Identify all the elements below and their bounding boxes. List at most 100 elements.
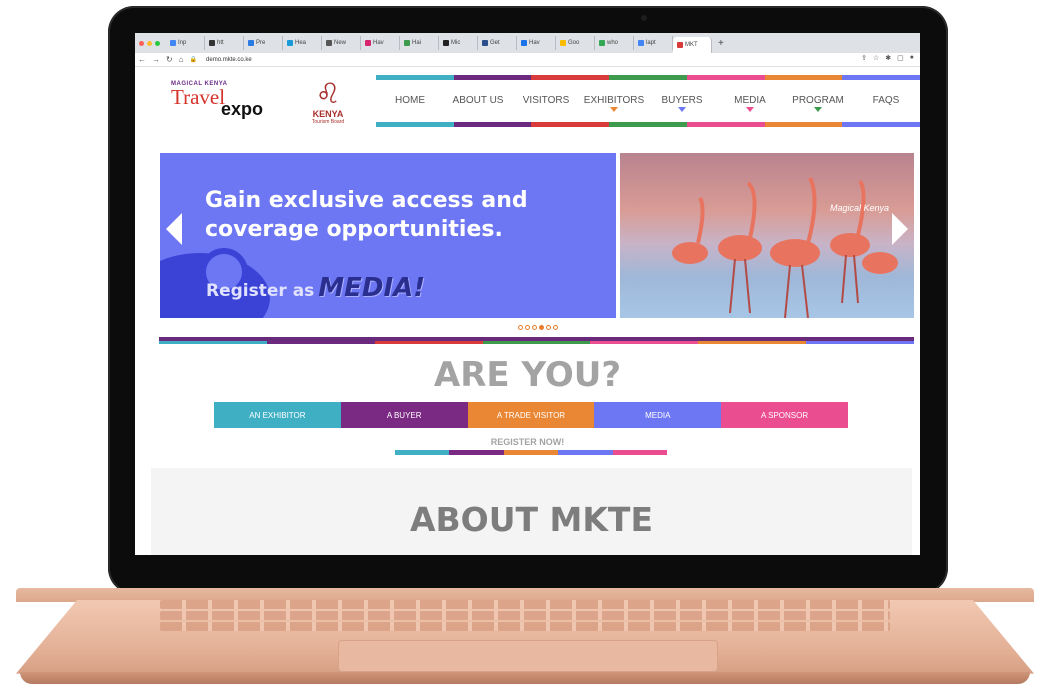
role-label: MEDIA — [645, 410, 671, 420]
tab-title: who — [607, 40, 619, 46]
role-label: A TRADE VISITOR — [496, 410, 566, 420]
nav-program[interactable]: PROGRAM — [784, 95, 852, 112]
slide-headline: Gain exclusive access and coverage oppor… — [205, 188, 528, 242]
slide-text-panel: Gain exclusive access and coverage oppor… — [160, 153, 616, 318]
nav-media[interactable]: MEDIA — [716, 95, 784, 112]
keyboard-row — [160, 622, 890, 631]
laptop-trackpad — [338, 640, 718, 672]
browser-tab[interactable]: Mic — [439, 36, 478, 50]
nav-buyers[interactable]: BUYERS — [648, 95, 716, 112]
menu-bar — [764, 75, 843, 80]
tab-title: lapt — [646, 40, 656, 46]
are-you-heading: ARE YOU? — [433, 355, 622, 395]
kenya-tourism-board-logo[interactable]: ♌ KENYA Tourism Board — [298, 79, 358, 139]
slider-dot[interactable] — [546, 325, 551, 330]
window-controls — [135, 40, 166, 46]
share-icon[interactable]: ⇪ — [861, 54, 867, 62]
browser-tab[interactable]: htt — [205, 36, 244, 50]
profile-avatar-icon[interactable]: ● — [910, 54, 914, 62]
chevron-down-icon — [746, 107, 754, 112]
role-buttons: AN EXHIBITOR A BUYER A TRADE VISITOR MED… — [214, 402, 848, 428]
browser-tab[interactable]: Inp — [166, 36, 205, 50]
nav-about-us[interactable]: ABOUT US — [444, 95, 512, 106]
home-icon[interactable]: ⌂ — [179, 55, 184, 64]
logo-expo: expo — [221, 99, 264, 119]
nav-visitors[interactable]: VISITORS — [512, 95, 580, 106]
magical-kenya-badge: Magical Kenya — [830, 203, 890, 213]
slider-dot[interactable] — [553, 325, 558, 330]
browser-tab[interactable]: lapt — [634, 36, 673, 50]
register-bar — [612, 450, 668, 455]
register-highlight: MEDIA! — [318, 273, 426, 303]
browser-tab[interactable]: who — [595, 36, 634, 50]
divider-bar — [590, 341, 699, 344]
laptop-screen: Inp htt Pre Hea New Hav Hai Mic Get Hav … — [135, 33, 920, 555]
role-exhibitor-button[interactable]: AN EXHIBITOR — [214, 402, 341, 428]
browser-tab[interactable]: Get — [478, 36, 517, 50]
menu-bar — [686, 75, 765, 80]
slider-next-arrow-icon[interactable] — [892, 213, 908, 245]
browser-tab[interactable]: Goo — [556, 36, 595, 50]
browser-tab[interactable]: Hav — [361, 36, 400, 50]
reload-icon[interactable]: ↻ — [166, 55, 173, 64]
tab-title: New — [334, 40, 347, 46]
minimize-window-button[interactable] — [147, 40, 152, 46]
nav-home[interactable]: HOME — [376, 95, 444, 106]
new-tab-icon[interactable]: + — [718, 38, 724, 49]
back-icon[interactable]: ← — [138, 55, 146, 64]
browser-tab[interactable]: Pre — [244, 36, 283, 50]
slider-dot[interactable] — [532, 325, 537, 330]
keyboard-row — [160, 611, 890, 620]
slider-dot-active[interactable] — [539, 325, 544, 330]
slider-prev-arrow-icon[interactable] — [166, 213, 182, 245]
tab-favicon-icon — [248, 40, 254, 46]
sidebar-icon[interactable]: ▢ — [897, 54, 904, 62]
browser-tab[interactable]: New — [322, 36, 361, 50]
bookmark-star-icon[interactable]: ☆ — [873, 54, 879, 62]
divider-bar — [806, 341, 915, 344]
chevron-down-icon — [678, 107, 686, 112]
tab-title: Hav — [529, 40, 540, 46]
role-trade-visitor-button[interactable]: A TRADE VISITOR — [467, 402, 595, 428]
browser-tab[interactable]: Hea — [283, 36, 322, 50]
role-label: AN EXHIBITOR — [249, 410, 306, 420]
menu-bar — [842, 75, 920, 80]
browser-tab-active[interactable]: MKT — [673, 37, 712, 53]
nav-exhibitors[interactable]: EXHIBITORS — [580, 95, 648, 112]
slider-dot[interactable] — [518, 325, 523, 330]
nav-faqs[interactable]: FAQS — [852, 95, 920, 106]
extensions-icon[interactable]: ✱ — [885, 54, 891, 62]
forward-icon[interactable]: → — [152, 55, 160, 64]
nav-label: BUYERS — [661, 95, 703, 106]
role-media-button[interactable]: MEDIA — [594, 402, 722, 428]
lock-icon: 🔒 — [189, 57, 198, 63]
maximize-window-button[interactable] — [155, 40, 160, 46]
section-divider-bars — [159, 341, 915, 344]
register-bar — [503, 450, 559, 455]
tab-favicon-icon — [482, 40, 488, 46]
register-now-link[interactable]: REGISTER NOW! — [135, 437, 920, 447]
mkte-logo[interactable]: MAGICAL KENYA Travel expo — [171, 81, 293, 137]
slider-dot[interactable] — [525, 325, 530, 330]
menu-bar — [453, 122, 532, 127]
slider-pagination — [518, 325, 558, 330]
nav-label: HOME — [395, 95, 425, 106]
tab-favicon-icon — [560, 40, 566, 46]
close-window-button[interactable] — [139, 40, 144, 46]
tab-favicon-icon — [521, 40, 527, 46]
tab-title: MKT — [685, 42, 698, 48]
browser-tab[interactable]: Hav — [517, 36, 556, 50]
tab-favicon-icon — [599, 40, 605, 46]
menu-bar — [376, 75, 454, 80]
role-sponsor-button[interactable]: A SPONSOR — [721, 402, 848, 428]
nav-label: VISITORS — [522, 95, 570, 106]
keyboard-row — [160, 600, 890, 609]
role-buyer-button[interactable]: A BUYER — [340, 402, 468, 428]
chevron-down-icon — [814, 107, 822, 112]
register-label: Register as — [206, 281, 315, 301]
register-bar — [395, 450, 450, 455]
tab-favicon-icon — [677, 42, 683, 48]
url-field[interactable]: demo.mkte.co.ke — [206, 57, 252, 63]
slide-register-link[interactable]: Register as MEDIA! — [206, 273, 425, 303]
browser-tab[interactable]: Hai — [400, 36, 439, 50]
